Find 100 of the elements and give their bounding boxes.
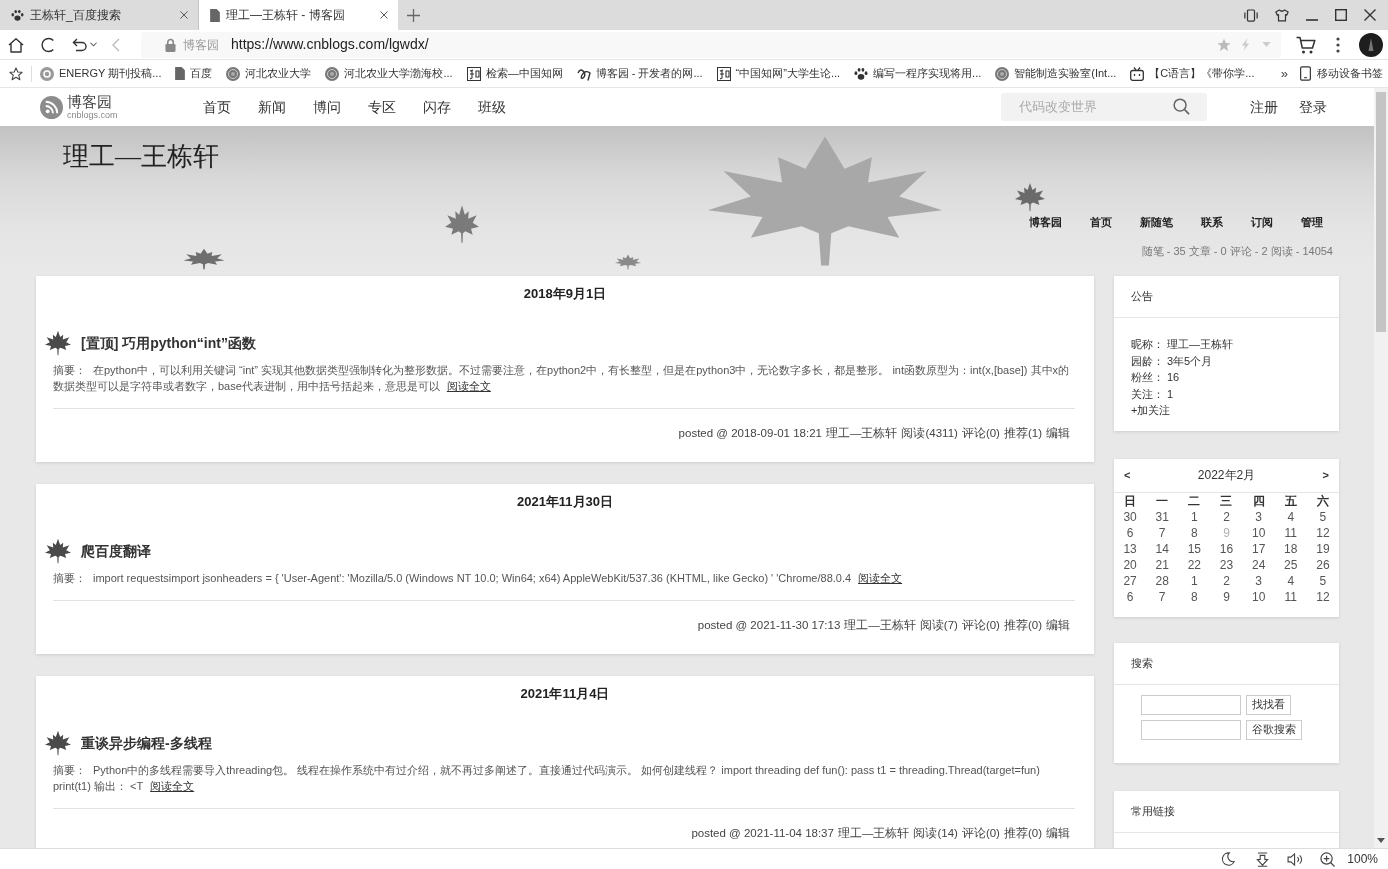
rss-logo-icon[interactable] — [40, 95, 63, 119]
edit-link[interactable]: 编辑 — [1046, 616, 1070, 634]
recommend-link[interactable]: 推荐(1) — [1003, 424, 1042, 442]
calendar-day: 15 — [1187, 541, 1202, 556]
bookmark-item[interactable]: 【C语言】《带你学... — [1130, 65, 1255, 82]
next-month-button[interactable]: > — [1322, 468, 1329, 482]
calendar-day: 31 — [1155, 509, 1169, 524]
blog-title[interactable]: 理工—王栋轩 — [63, 142, 219, 172]
prev-month-button[interactable]: < — [1124, 468, 1131, 482]
bookmark-item[interactable]: 河北农业大学渤海校... — [325, 65, 453, 82]
read-count-link[interactable]: 阅读(14) — [913, 824, 958, 842]
read-count-link[interactable]: 阅读(4311) — [901, 424, 958, 442]
nav-link[interactable]: 班级 — [477, 96, 506, 118]
recommend-link[interactable]: 推荐(0) — [1003, 616, 1042, 634]
nav-link[interactable]: 首页 — [202, 96, 231, 118]
blog-nav-link[interactable]: 订阅 — [1251, 214, 1273, 230]
nav-link[interactable]: 闪存 — [422, 96, 451, 118]
star-icon[interactable] — [1217, 37, 1231, 52]
bookmark-item[interactable]: ENERGY 期刊投稿... — [40, 65, 162, 82]
bookmark-item[interactable]: 博客园 - 开发者的网... — [576, 65, 703, 82]
account-link[interactable]: 登录 — [1299, 96, 1327, 118]
weekday-label: 三 — [1220, 493, 1233, 508]
search-field[interactable]: 代码改变世界 — [1001, 93, 1207, 121]
nav-link[interactable]: 新闻 — [257, 96, 286, 118]
search-input[interactable] — [1141, 694, 1241, 715]
shirt-icon[interactable] — [1275, 8, 1289, 22]
comment-count-link[interactable]: 评论(0) — [961, 424, 1000, 442]
recommend-link[interactable]: 推荐(0) — [1003, 824, 1042, 842]
comment-count-link[interactable]: 评论(0) — [961, 616, 1000, 634]
address-field[interactable]: 博客园 https://www.cnblogs.com/lgwdx/ — [141, 31, 1281, 58]
bookmark-item[interactable]: 河北农业大学 — [226, 65, 312, 82]
more-icon[interactable] — [1336, 36, 1340, 53]
nav-link[interactable]: 专区 — [367, 96, 396, 118]
avatar-icon[interactable] — [1359, 32, 1383, 57]
maximize-icon[interactable] — [1335, 9, 1347, 21]
blog-nav-link[interactable]: 管理 — [1301, 214, 1323, 230]
edit-link[interactable]: 编辑 — [1046, 824, 1070, 842]
download-icon[interactable] — [1256, 851, 1270, 867]
author-link[interactable]: 理工—王栋轩 — [844, 616, 916, 634]
post-title-link[interactable]: 重谈异步编程-多线程 — [81, 732, 212, 754]
star-icon[interactable] — [9, 66, 23, 81]
plus-icon[interactable] — [407, 8, 420, 22]
home-icon[interactable] — [8, 36, 24, 53]
close-icon[interactable] — [1364, 9, 1376, 21]
browser-tab[interactable]: 理工—王栋轩 - 博客园 — [199, 0, 398, 30]
author-link[interactable]: 理工—王栋轩 — [826, 424, 898, 442]
maple-leaf-drawing — [1014, 182, 1046, 212]
bookmark-item[interactable]: “中国知网”大学生论... — [716, 65, 841, 82]
calendar-day: 2 — [1223, 573, 1230, 588]
bookmark-item[interactable]: 检索—中国知网 — [466, 65, 563, 82]
scroll-down-icon[interactable] — [1377, 838, 1385, 843]
bookmark-item[interactable]: 编写一程序实现将用... — [854, 65, 982, 82]
read-count-link[interactable]: 阅读(7) — [919, 616, 958, 634]
caret-icon[interactable] — [90, 42, 97, 47]
blog-nav-link[interactable]: 新随笔 — [1140, 214, 1173, 230]
search-button[interactable]: 找找看 — [1246, 694, 1291, 715]
post-title-link[interactable]: [置顶] 巧用python“int”函数 — [81, 332, 256, 354]
read-more-link[interactable]: 阅读全文 — [858, 572, 903, 584]
account-link[interactable]: 注册 — [1250, 96, 1278, 118]
scrollbar-thumb[interactable] — [1376, 92, 1386, 332]
post-title-link[interactable]: 爬百度翻译 — [81, 540, 151, 562]
blog-nav-link[interactable]: 博客园 — [1029, 214, 1062, 230]
bookmark-item[interactable]: 智能制造实验室(Int... — [995, 65, 1117, 82]
nav-link[interactable]: 博问 — [312, 96, 341, 118]
calendar-day: 2 — [1223, 509, 1230, 524]
calendar-day: 12 — [1316, 525, 1330, 540]
close-icon[interactable] — [180, 11, 188, 19]
search-input[interactable] — [1141, 719, 1241, 740]
calendar-day: 4 — [1287, 573, 1295, 588]
close-icon[interactable] — [380, 11, 388, 19]
refresh-icon[interactable] — [40, 36, 56, 53]
follow-link[interactable]: +加关注 — [1131, 402, 1171, 419]
zoom-in-icon[interactable] — [1320, 851, 1336, 867]
calendar-day: 20 — [1123, 557, 1137, 572]
logo-domain-text: cnblogs.com — [67, 110, 118, 120]
more-bookmarks-button[interactable]: » — [1280, 65, 1288, 82]
calendar-day: 13 — [1123, 541, 1137, 556]
search-icon[interactable] — [1173, 98, 1190, 115]
blog-nav-link[interactable]: 首页 — [1090, 214, 1112, 230]
blog-nav-link[interactable]: 联系 — [1201, 214, 1223, 230]
mobile-bookmarks-item[interactable]: 移动设备书签 — [1300, 65, 1383, 82]
calendar-day: 9 — [1223, 589, 1230, 604]
bookmark-item[interactable]: 百度 — [175, 65, 213, 82]
comment-count-link[interactable]: 评论(0) — [961, 824, 1000, 842]
edit-link[interactable]: 编辑 — [1046, 424, 1070, 442]
calendar-day: 5 — [1319, 509, 1327, 524]
cart-icon[interactable] — [1296, 35, 1316, 54]
zoom-level-text[interactable]: 100% — [1347, 852, 1378, 866]
search-button[interactable]: 谷歌搜索 — [1246, 719, 1302, 740]
calendar-day: 17 — [1251, 541, 1266, 556]
logo-text[interactable]: 博客园 — [67, 94, 112, 110]
speaker-icon[interactable] — [1287, 852, 1305, 866]
moon-icon[interactable] — [1221, 852, 1236, 866]
post-date: 2021年11月30日 — [516, 494, 614, 509]
calendar-day: 1 — [1191, 573, 1198, 588]
read-more-link[interactable]: 阅读全文 — [150, 780, 195, 792]
phone-vibrate-icon[interactable] — [1244, 8, 1258, 22]
author-link[interactable]: 理工—王栋轩 — [837, 824, 910, 842]
read-more-link[interactable]: 阅读全文 — [446, 380, 491, 392]
undo-icon[interactable] — [72, 37, 88, 52]
